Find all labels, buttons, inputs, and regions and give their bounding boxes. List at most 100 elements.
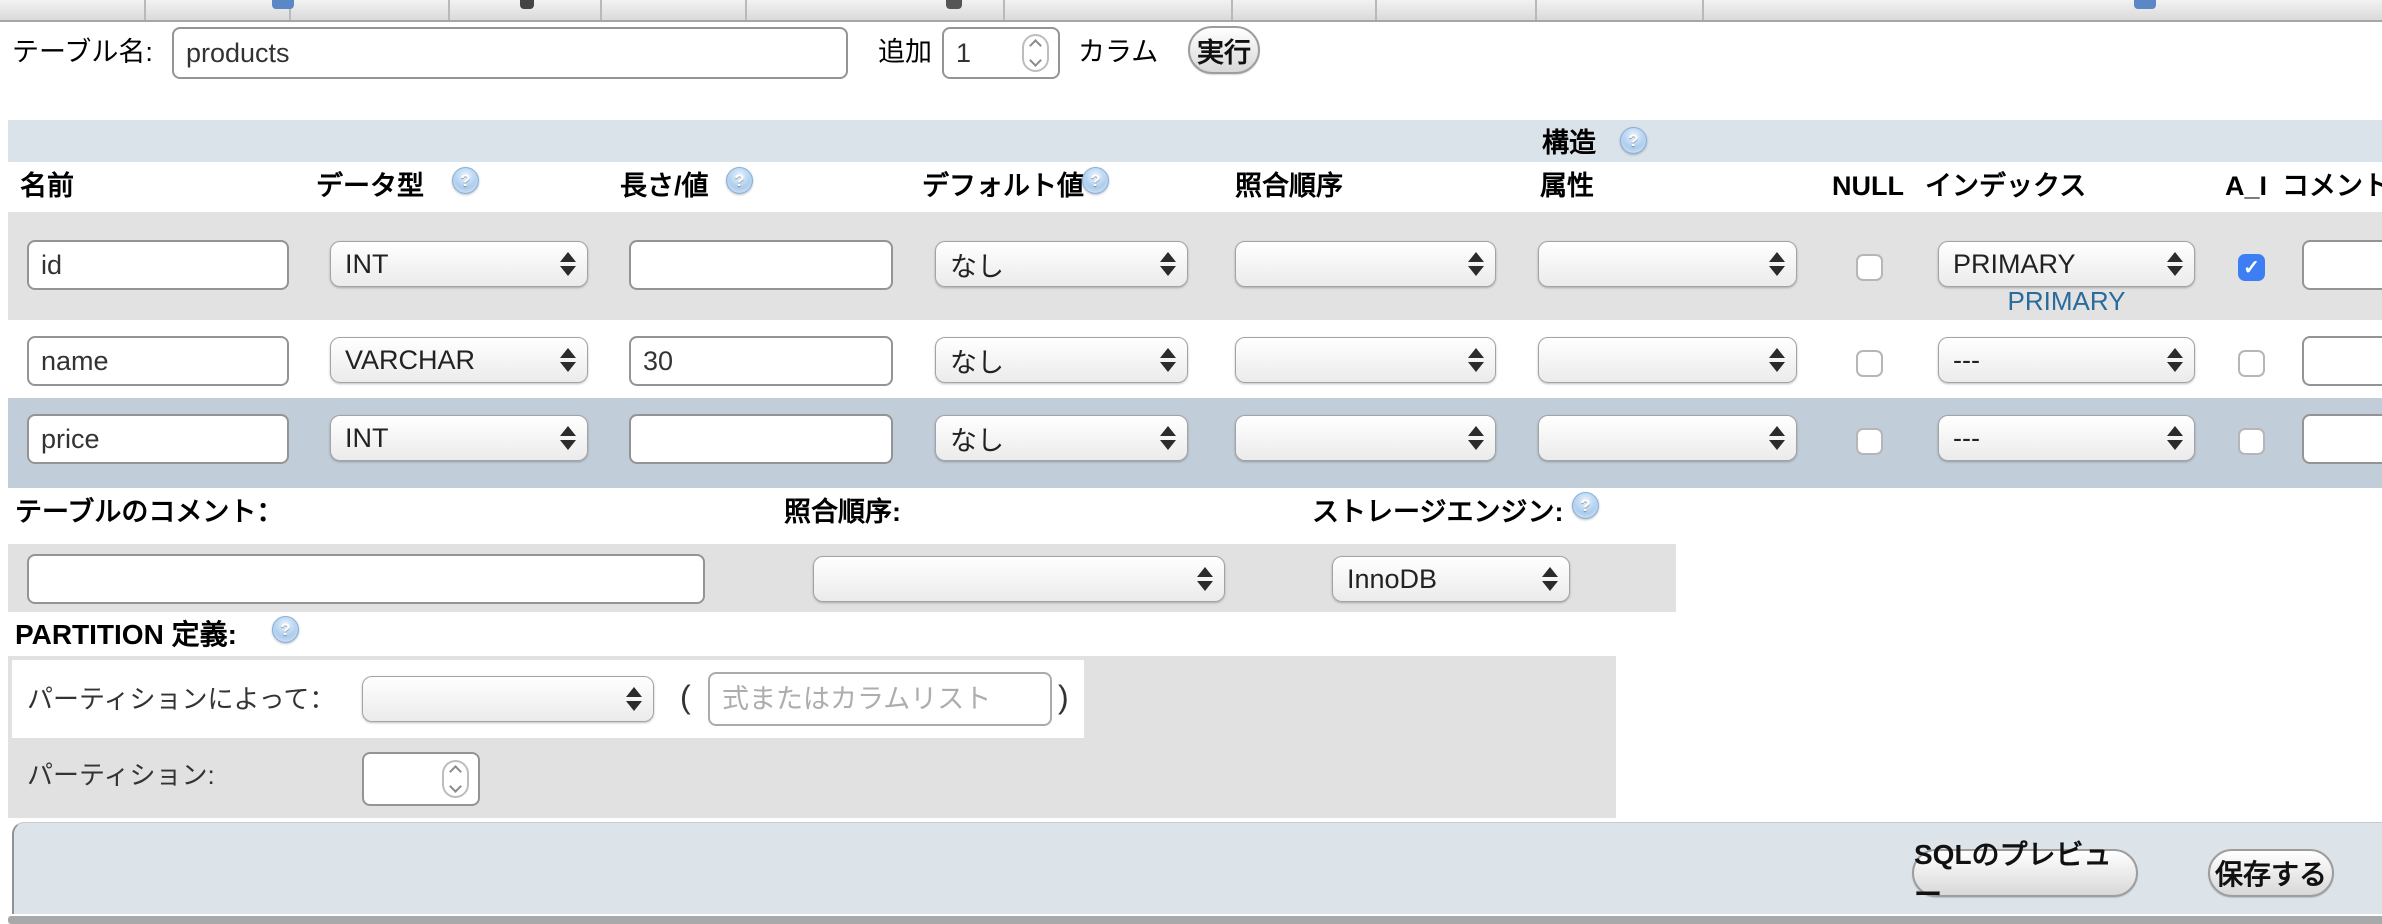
columns-label: カラム	[1078, 36, 1158, 68]
add-columns-value: 1	[956, 38, 971, 69]
tab-icon-fragment	[520, 0, 534, 9]
stepper-arrows-icon[interactable]	[1022, 34, 1049, 72]
null-checkbox[interactable]	[1856, 350, 1883, 377]
select-arrows-icon	[1197, 567, 1213, 591]
partition-help-icon[interactable]	[272, 616, 299, 643]
column-type-select[interactable]: VARCHAR	[330, 337, 588, 383]
tab-separator	[1702, 0, 1704, 20]
column-default-select[interactable]: なし	[935, 241, 1188, 287]
tab-separator	[1535, 0, 1537, 20]
column-default-select[interactable]: なし	[935, 415, 1188, 461]
select-arrows-icon	[1160, 348, 1176, 372]
tab-separator	[144, 0, 146, 20]
table-comment-label: テーブルのコメント：	[15, 496, 283, 528]
column-comment-input[interactable]	[2302, 240, 2382, 290]
partition-by-label: パーティションによって：	[27, 684, 335, 715]
null-checkbox[interactable]	[1856, 254, 1883, 281]
select-arrows-icon	[560, 348, 576, 372]
header-collation: 照合順序	[1235, 170, 1343, 202]
tab-strip-cutoff[interactable]	[0, 0, 2382, 22]
column-collation-select[interactable]	[1235, 337, 1496, 383]
select-arrows-icon	[626, 687, 642, 711]
select-arrows-icon	[1468, 348, 1484, 372]
column-attributes-select[interactable]	[1538, 337, 1797, 383]
structure-title: 構造	[1542, 127, 1596, 159]
tab-separator	[1003, 0, 1005, 20]
column-name-input[interactable]	[27, 240, 289, 290]
preview-sql-button[interactable]: SQLのプレビュー	[1912, 849, 2138, 897]
header-attributes: 属性	[1540, 170, 1594, 202]
select-arrows-icon	[1160, 252, 1176, 276]
partition-count-stepper[interactable]	[362, 752, 480, 806]
ai-checkbox[interactable]	[2238, 350, 2265, 377]
primary-index-link[interactable]: PRIMARY	[1938, 286, 2195, 317]
column-attributes-select[interactable]	[1538, 241, 1797, 287]
column-index-select[interactable]: ---	[1938, 337, 2195, 383]
tab-icon-fragment	[2134, 0, 2156, 9]
header-default: デフォルト値	[922, 170, 1084, 202]
column-comment-input[interactable]	[2302, 336, 2382, 386]
column-type-select[interactable]: INT	[330, 415, 588, 461]
save-button[interactable]: 保存する	[2208, 849, 2334, 897]
partition-title: PARTITION 定義:	[15, 618, 237, 652]
table-collation-select[interactable]	[813, 556, 1225, 602]
add-columns-stepper[interactable]: 1	[942, 27, 1060, 79]
column-default-select[interactable]: なし	[935, 337, 1188, 383]
select-arrows-icon	[1468, 252, 1484, 276]
header-name: 名前	[20, 170, 74, 202]
tab-separator	[1231, 0, 1233, 20]
ai-checkbox[interactable]	[2238, 428, 2265, 455]
null-checkbox[interactable]	[1856, 428, 1883, 455]
header-length: 長さ/値	[620, 170, 709, 202]
tab-separator	[1375, 0, 1377, 20]
column-collation-select[interactable]	[1235, 415, 1496, 461]
select-arrows-icon	[1769, 426, 1785, 450]
select-arrows-icon	[1769, 348, 1785, 372]
length-help-icon[interactable]	[726, 167, 753, 194]
add-label: 追加	[878, 36, 932, 68]
column-collation-select[interactable]	[1235, 241, 1496, 287]
column-length-input[interactable]	[629, 336, 893, 386]
header-comments: コメント	[2282, 170, 2382, 202]
select-arrows-icon	[2167, 426, 2183, 450]
create-table-page: テーブル名: 追加 1 カラム 実行 構造 名前 データ型 長さ/値 デフォルト…	[0, 0, 2382, 924]
structure-help-icon[interactable]	[1620, 127, 1647, 154]
header-null: NULL	[1832, 170, 1904, 202]
tab-icon-fragment	[272, 0, 294, 9]
table-collation-label: 照合順序:	[784, 496, 901, 528]
storage-engine-select[interactable]: InnoDB	[1332, 556, 1570, 602]
go-button[interactable]: 実行	[1188, 26, 1260, 74]
table-name-label: テーブル名:	[12, 36, 153, 68]
stepper-arrows-icon[interactable]	[442, 760, 469, 798]
engine-help-icon[interactable]	[1572, 492, 1599, 519]
column-length-input[interactable]	[629, 240, 893, 290]
tab-icon-fragment	[946, 0, 962, 9]
table-name-input[interactable]	[172, 27, 848, 79]
type-help-icon[interactable]	[452, 167, 479, 194]
column-index-select[interactable]: ---	[1938, 415, 2195, 461]
partition-by-select[interactable]	[362, 676, 654, 722]
column-name-input[interactable]	[27, 414, 289, 464]
column-comment-input[interactable]	[2302, 414, 2382, 464]
tab-separator	[600, 0, 602, 20]
partition-expression-input[interactable]	[708, 672, 1052, 726]
select-arrows-icon	[1542, 567, 1558, 591]
header-ai: A_I	[2225, 170, 2267, 202]
partition-count-label: パーティション:	[27, 760, 215, 791]
tab-separator	[448, 0, 450, 20]
column-name-input[interactable]	[27, 336, 289, 386]
tab-separator	[745, 0, 747, 20]
bottom-divider	[8, 916, 2382, 924]
column-attributes-select[interactable]	[1538, 415, 1797, 461]
select-arrows-icon	[2167, 348, 2183, 372]
table-comment-input[interactable]	[27, 554, 705, 604]
header-index: インデックス	[1925, 170, 2086, 202]
column-index-select[interactable]: PRIMARY	[1938, 241, 2195, 287]
column-length-input[interactable]	[629, 414, 893, 464]
column-type-select[interactable]: INT	[330, 241, 588, 287]
select-arrows-icon	[2167, 252, 2183, 276]
ai-checkbox[interactable]	[2238, 254, 2265, 281]
default-help-icon[interactable]	[1082, 167, 1109, 194]
paren-close: )	[1058, 678, 1069, 716]
select-arrows-icon	[1160, 426, 1176, 450]
